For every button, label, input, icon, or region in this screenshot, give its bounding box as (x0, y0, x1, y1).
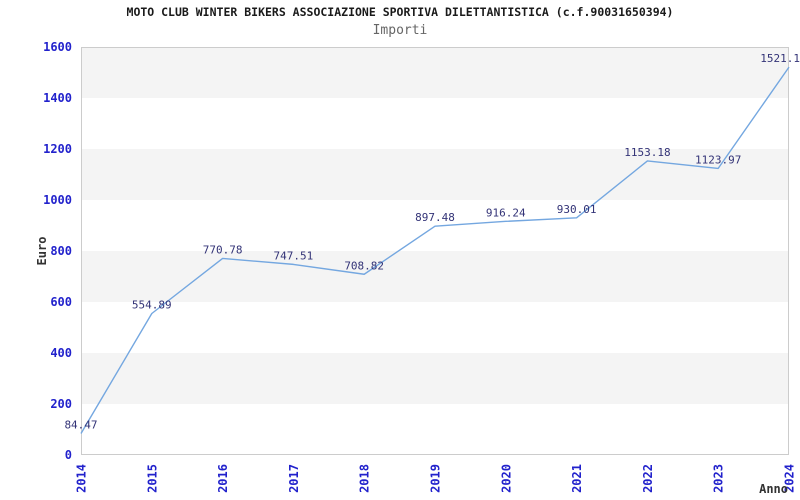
page: { "chart_data": { "type": "line", "title… (0, 0, 800, 500)
x-tick-label: 2018 (358, 464, 372, 493)
line-chart: 02004006008001000120014001600 2014 2015 20… (35, 40, 800, 496)
y-axis-title: Euro (35, 237, 49, 266)
x-tick-label: 2019 (429, 464, 443, 493)
point-label: 1123.97 (695, 153, 741, 166)
plot-band (81, 47, 789, 98)
x-tick-label: 2020 (499, 464, 513, 493)
plot-band (81, 149, 789, 200)
x-tick-label: 2021 (570, 464, 584, 493)
x-tick-label: 2016 (216, 464, 230, 493)
point-label: 747.51 (274, 249, 314, 262)
point-label: 1521.1 (760, 52, 800, 65)
x-axis-ticks: 2014 2015 2016 2017 2018 2019 2020 2021 2022 2023… (75, 464, 797, 493)
chart-figure: MOTO CLUB WINTER BIKERS ASSOCIAZIONE SPO… (0, 0, 800, 500)
x-tick-label: 2014 (75, 464, 89, 493)
plot-band (81, 251, 789, 302)
point-label: 930.01 (557, 203, 597, 216)
y-tick-label: 1400 (43, 91, 72, 105)
point-label: 1153.18 (624, 146, 670, 159)
point-label: 916.24 (486, 206, 526, 219)
y-tick-label: 0 (65, 448, 72, 462)
point-label: 84.47 (64, 418, 97, 431)
x-tick-label: 2015 (145, 464, 159, 493)
x-tick-label: 2023 (712, 464, 726, 493)
x-tick-label: 2017 (287, 464, 301, 493)
x-tick-label: 2022 (641, 464, 655, 493)
y-tick-label: 1600 (43, 40, 72, 54)
point-label: 708.82 (344, 259, 384, 272)
y-tick-label: 800 (50, 244, 72, 258)
y-tick-label: 1200 (43, 142, 72, 156)
y-tick-label: 200 (50, 397, 72, 411)
plot-band (81, 353, 789, 404)
y-tick-label: 400 (50, 346, 72, 360)
point-label: 554.89 (132, 299, 172, 312)
point-label: 897.48 (415, 211, 455, 224)
y-tick-label: 1000 (43, 193, 72, 207)
y-tick-label: 600 (50, 295, 72, 309)
x-axis-title: Anno (759, 482, 788, 496)
point-label: 770.78 (203, 243, 243, 256)
